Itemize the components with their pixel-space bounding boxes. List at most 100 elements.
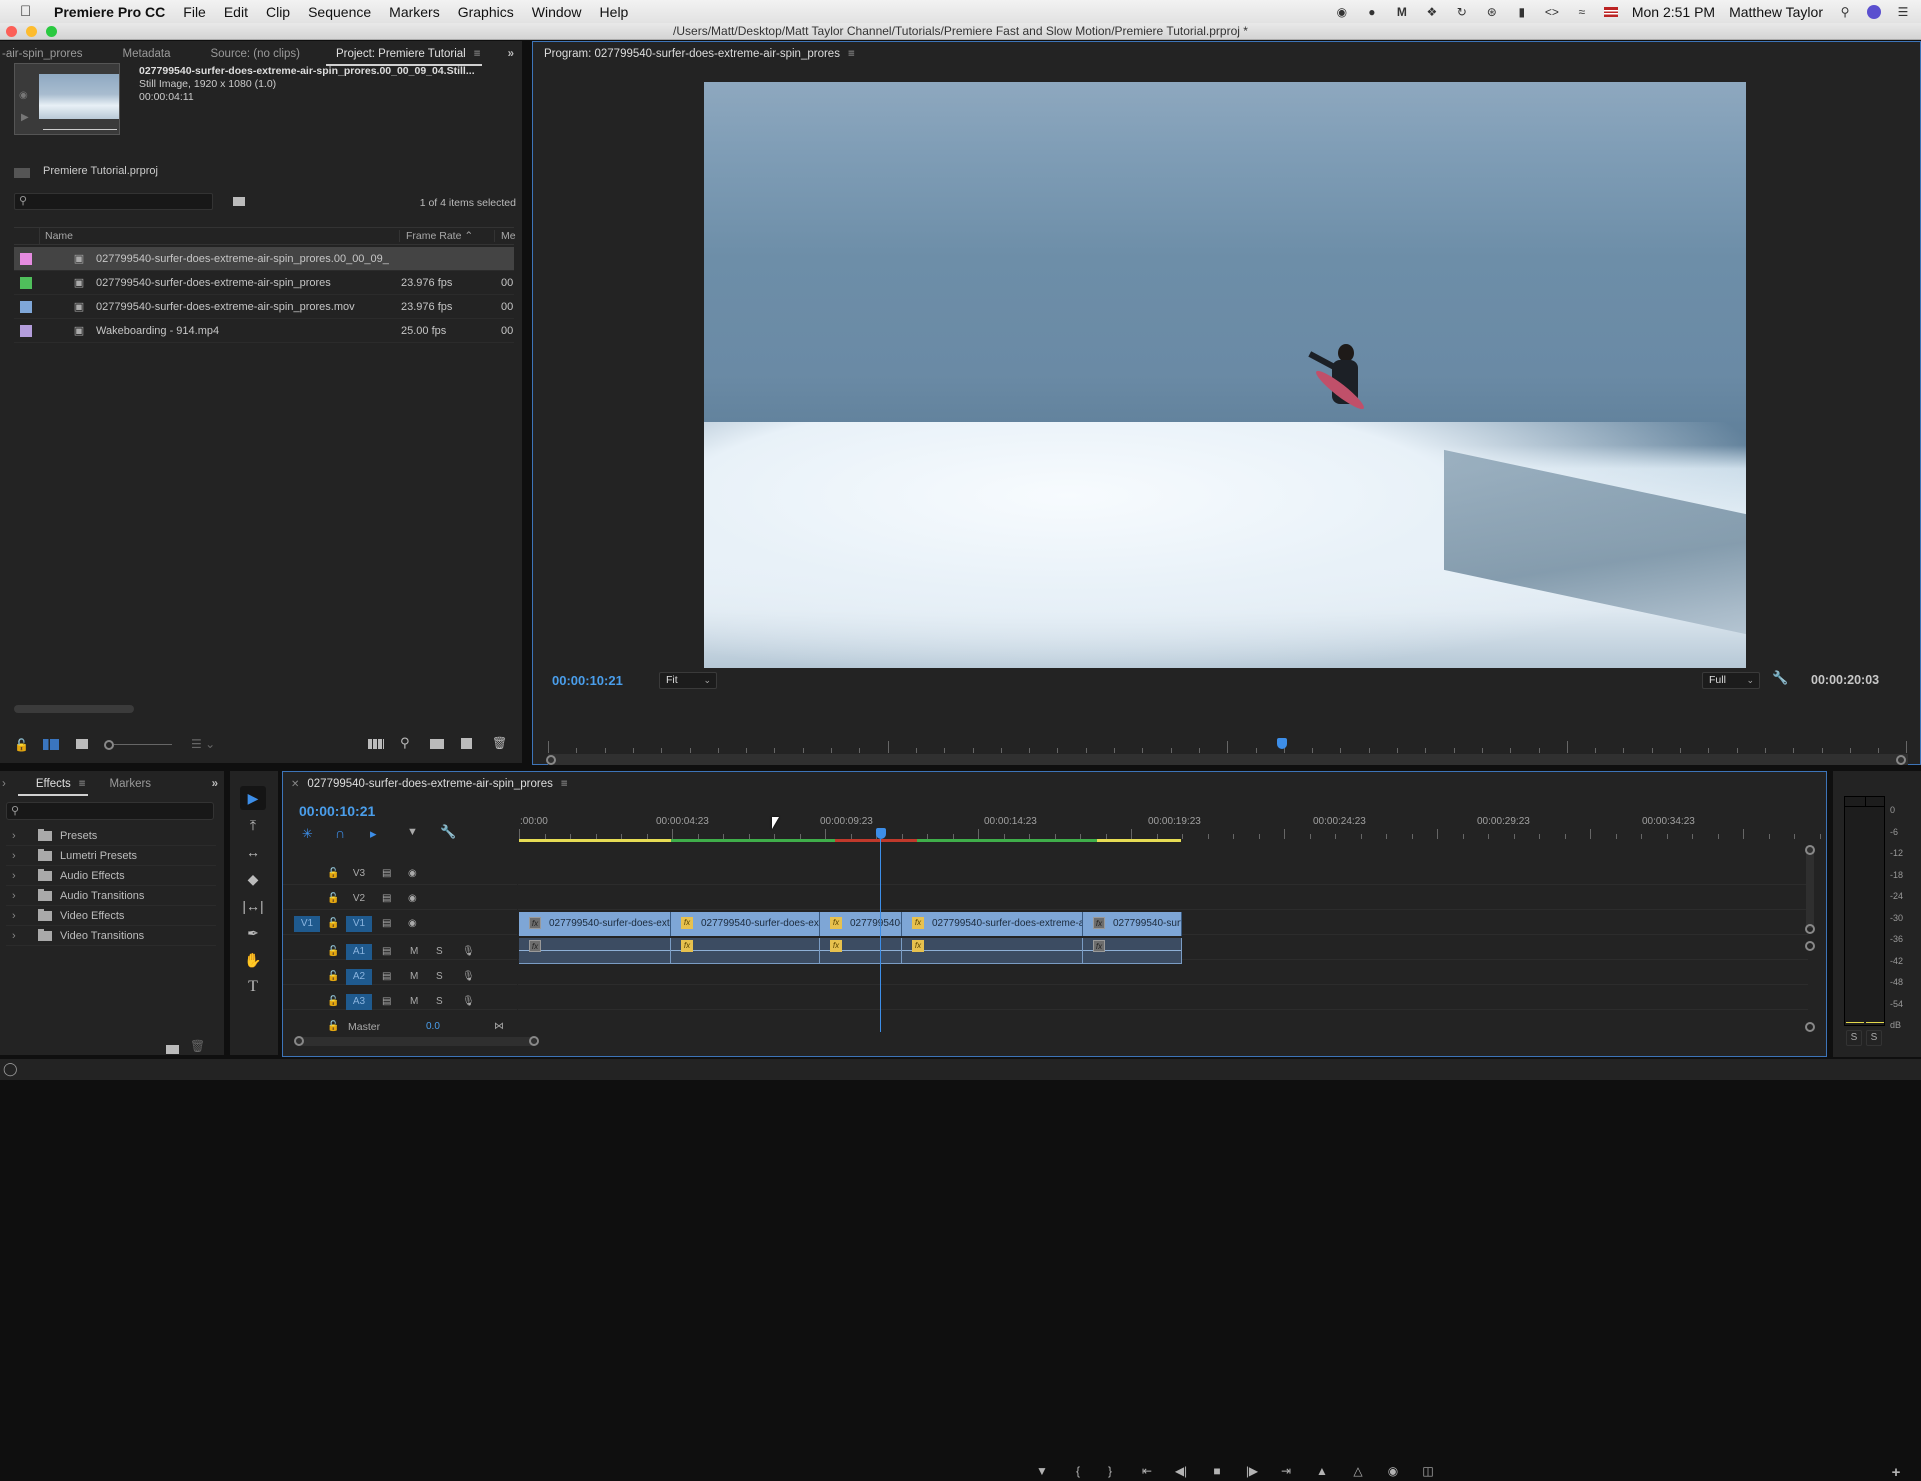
new-item-icon[interactable] xyxy=(461,738,472,749)
mute-button[interactable]: M xyxy=(410,944,418,960)
delete-icon[interactable]: 🗑 xyxy=(190,1039,205,1053)
thumbnail-scrubber[interactable] xyxy=(43,129,117,130)
tab-markers[interactable]: Markers xyxy=(100,771,166,797)
extract-icon[interactable]: △ xyxy=(1349,1464,1367,1478)
resolution-select[interactable]: Full ⌄ xyxy=(1702,672,1760,689)
close-sequence-icon[interactable]: ✕ xyxy=(291,779,299,790)
siri-icon[interactable] xyxy=(1867,4,1881,19)
fx-badge-icon[interactable]: fx xyxy=(912,940,924,952)
scroll-handle[interactable] xyxy=(1805,924,1815,934)
lock-track-icon[interactable]: 🔓 xyxy=(327,916,339,932)
effects-folder-item[interactable]: › Audio Transitions xyxy=(6,886,216,906)
effects-folder-item[interactable]: › Lumetri Presets xyxy=(6,846,216,866)
program-current-time[interactable]: 00:00:10:21 xyxy=(552,673,623,688)
column-media[interactable]: Me xyxy=(494,230,516,242)
label-color-swatch[interactable] xyxy=(20,276,32,289)
timeline-settings-wrench-icon[interactable]: 🔧 xyxy=(440,824,456,840)
user-name[interactable]: Matthew Taylor xyxy=(1729,4,1823,20)
find-icon[interactable]: ⚲ xyxy=(400,735,410,751)
scroll-start-handle[interactable] xyxy=(294,1036,304,1046)
list-view-icon[interactable] xyxy=(43,739,59,750)
solo-right-button[interactable]: S xyxy=(1866,1030,1882,1046)
effects-folder-item[interactable]: › Audio Effects xyxy=(6,866,216,886)
fx-badge-icon[interactable]: fx xyxy=(830,940,842,952)
close-window-button[interactable] xyxy=(6,26,17,37)
timeline-playhead[interactable] xyxy=(876,828,886,839)
poster-frame-icon[interactable]: ◉ xyxy=(19,90,28,101)
toggle-output-eye-icon[interactable]: ◉ xyxy=(408,866,417,882)
project-item-row[interactable]: ▣ 027799540-surfer-does-extreme-air-spin_… xyxy=(14,295,514,319)
timeline-ruler[interactable] xyxy=(519,829,1821,839)
go-to-out-icon[interactable]: ⇥ xyxy=(1277,1464,1295,1478)
code-icon[interactable]: <> xyxy=(1544,5,1560,19)
mark-out-icon[interactable]: } xyxy=(1101,1464,1119,1478)
step-back-icon[interactable]: ◀| xyxy=(1172,1464,1190,1478)
menu-sequence[interactable]: Sequence xyxy=(308,4,371,20)
source-patch-v1[interactable]: V1 xyxy=(294,916,320,932)
linked-selection-icon[interactable]: ▸ xyxy=(370,826,377,842)
flag-icon[interactable] xyxy=(1603,6,1618,17)
creative-cloud-sync-icon[interactable]: ◯ xyxy=(3,1061,18,1077)
video-clip[interactable]: fx 027799540-surfer-does-extr xyxy=(671,912,820,936)
chevron-right-icon[interactable]: › xyxy=(12,890,24,902)
solo-left-button[interactable]: S xyxy=(1846,1030,1862,1046)
insert-nest-icon[interactable]: ✳ xyxy=(302,826,313,842)
time-machine-icon[interactable]: ↻ xyxy=(1454,5,1470,19)
program-monitor-title[interactable]: Program: 027799540-surfer-does-extreme-a… xyxy=(532,41,869,67)
track-label-a2[interactable]: A2 xyxy=(346,969,372,985)
menu-file[interactable]: File xyxy=(183,4,206,20)
selection-tool[interactable]: ▶ xyxy=(240,786,266,810)
video-clip[interactable]: fx 027799540-surfer-does-extre xyxy=(519,912,671,936)
project-search-input[interactable]: ⚲ xyxy=(14,193,213,210)
trash-icon[interactable]: 🗑 xyxy=(492,736,507,750)
lock-track-icon[interactable]: 🔓 xyxy=(327,969,339,985)
sync-lock-icon[interactable]: ▤ xyxy=(382,944,391,960)
solo-button[interactable]: S xyxy=(436,944,443,960)
more-tabs-icon[interactable]: » xyxy=(508,48,514,60)
project-item-row[interactable]: ▣ Wakeboarding - 914.mp4 25.00 fps 00 xyxy=(14,319,514,343)
audio-clip[interactable]: fx xyxy=(1083,938,1182,964)
tab-project[interactable]: Project: Premiere Tutorial ≡ xyxy=(314,41,494,67)
creative-cloud-icon[interactable]: ● xyxy=(1364,5,1380,19)
comparison-view-icon[interactable]: ◫ xyxy=(1419,1464,1437,1478)
lock-track-icon[interactable]: 🔓 xyxy=(327,994,339,1010)
tab-sequence[interactable]: 027799540-surfer-does-extreme-air-spin_p… xyxy=(299,771,581,797)
fx-badge-icon[interactable]: fx xyxy=(1093,940,1105,952)
spotlight-search-icon[interactable]: ⚲ xyxy=(1837,5,1853,19)
horizontal-scrollbar[interactable] xyxy=(14,705,134,713)
chevron-right-icon[interactable]: › xyxy=(12,930,24,942)
scroll-end-handle[interactable] xyxy=(529,1036,539,1046)
lift-icon[interactable]: ▲ xyxy=(1313,1464,1331,1478)
toggle-output-eye-icon[interactable]: ◉ xyxy=(408,916,417,932)
fx-badge-icon[interactable]: fx xyxy=(529,917,541,930)
fx-badge-icon[interactable]: fx xyxy=(912,917,924,930)
scroll-handle[interactable] xyxy=(1805,941,1815,951)
minimize-window-button[interactable] xyxy=(26,26,37,37)
track-label-v1[interactable]: V1 xyxy=(346,916,372,932)
stop-icon[interactable]: ■ xyxy=(1208,1464,1226,1478)
zoom-slider[interactable] xyxy=(104,740,172,750)
fx-badge-icon[interactable]: fx xyxy=(529,940,541,952)
new-custom-bin-icon[interactable] xyxy=(166,1045,179,1054)
hand-tool[interactable]: ✋ xyxy=(240,948,266,972)
tab-source[interactable]: Source: (no clips) xyxy=(184,41,313,67)
menu-help[interactable]: Help xyxy=(600,4,629,20)
effects-folder-item[interactable]: › Video Transitions xyxy=(6,926,216,946)
lock-track-icon[interactable]: 🔓 xyxy=(327,891,339,907)
label-color-swatch[interactable] xyxy=(20,252,32,265)
track-label-v2[interactable]: V2 xyxy=(346,891,372,907)
go-to-in-icon[interactable]: ⇤ xyxy=(1138,1464,1156,1478)
sort-icons-icon[interactable]: ☰ ⌄ xyxy=(191,737,215,751)
fx-badge-icon[interactable]: fx xyxy=(681,940,693,952)
scroll-handle[interactable] xyxy=(1805,1022,1815,1032)
more-tabs-icon[interactable]: » xyxy=(212,778,218,790)
video-clip[interactable]: fx 027799540- xyxy=(820,912,902,936)
solo-button[interactable]: S xyxy=(436,969,443,985)
track-label-a1[interactable]: A1 xyxy=(346,944,372,960)
battery-icon[interactable]: ▮ xyxy=(1514,5,1530,19)
mute-button[interactable]: M xyxy=(410,969,418,985)
lock-track-icon[interactable]: 🔓 xyxy=(327,866,339,882)
solo-button[interactable]: S xyxy=(436,994,443,1010)
audio-clip[interactable]: fx xyxy=(671,938,820,964)
preview-thumbnail[interactable]: ◉ ▶ xyxy=(14,63,120,135)
